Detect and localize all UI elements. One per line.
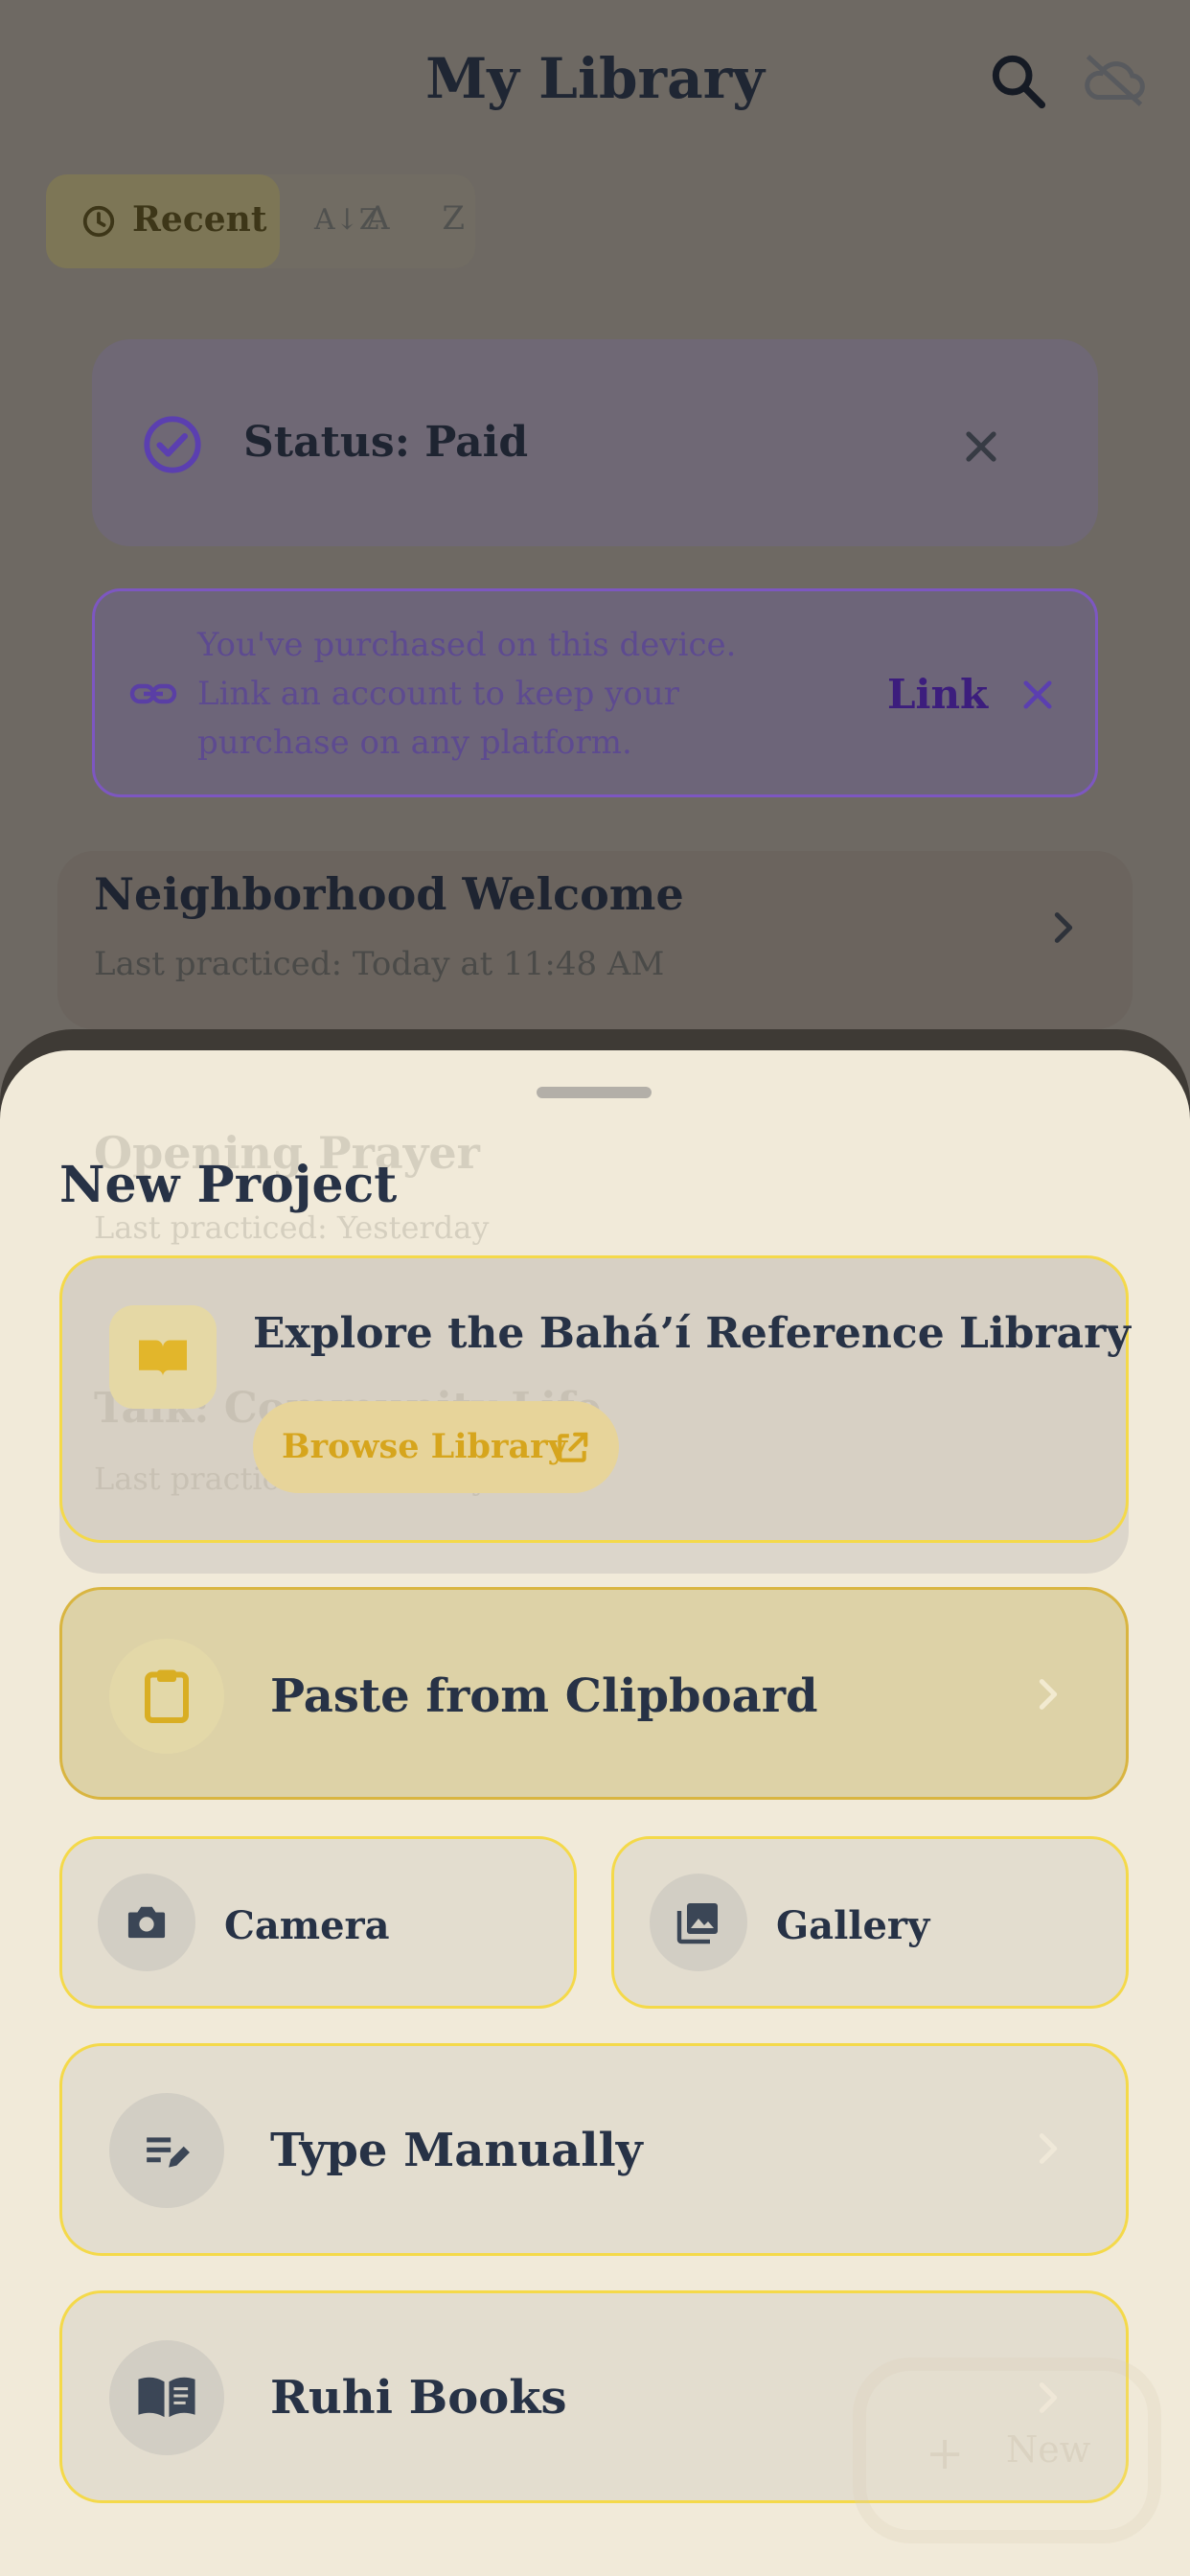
sheet-title: New Project <box>59 1156 398 1214</box>
book-open-icon <box>139 1340 187 1376</box>
menu-book-icon <box>138 2377 195 2418</box>
clock-icon <box>82 205 115 238</box>
ghost-project-subtitle: Last practiced: Yesterday <box>94 1209 490 1246</box>
project-title: Neighborhood Welcome <box>94 868 684 920</box>
ruhi-books-label: Ruhi Books <box>270 2371 567 2425</box>
close-icon[interactable] <box>956 422 1006 472</box>
close-icon[interactable] <box>1018 675 1058 715</box>
search-icon[interactable] <box>987 50 1048 111</box>
browse-library-label: Browse Library <box>282 1427 567 1466</box>
chevron-right-icon <box>1039 1679 1058 1710</box>
cloud-off-icon[interactable] <box>1081 52 1148 109</box>
chevron-right-icon <box>1054 912 1073 943</box>
link-icon <box>129 683 177 704</box>
gallery-icon <box>676 1903 718 1944</box>
explore-title: Explore the Bahá’í Reference Library <box>253 1309 1131 1358</box>
project-subtitle: Last practiced: Today at 11:48 AM <box>94 945 665 983</box>
clipboard-icon <box>145 1669 189 1723</box>
gallery-label: Gallery <box>776 1903 930 1948</box>
sort-recent-label: Recent <box>132 199 267 240</box>
sheet-drag-handle[interactable] <box>537 1087 652 1098</box>
paste-clipboard-label: Paste from Clipboard <box>270 1669 818 1723</box>
check-circle-icon <box>144 416 201 473</box>
external-link-icon <box>558 1432 588 1462</box>
fab-label: New <box>1006 2428 1091 2471</box>
plus-icon: + <box>926 2426 965 2480</box>
link-banner-message: You've purchased on this device. Link an… <box>197 626 737 762</box>
status-text: Status: Paid <box>243 418 529 467</box>
sort-az-label[interactable]: A Z <box>366 199 486 238</box>
camera-label: Camera <box>224 1903 390 1948</box>
chevron-right-icon <box>1039 2133 1058 2164</box>
camera-icon <box>127 1906 166 1939</box>
link-button[interactable]: Link <box>887 671 988 718</box>
type-manually-label: Type Manually <box>270 2124 643 2177</box>
edit-note-icon <box>147 2137 190 2168</box>
